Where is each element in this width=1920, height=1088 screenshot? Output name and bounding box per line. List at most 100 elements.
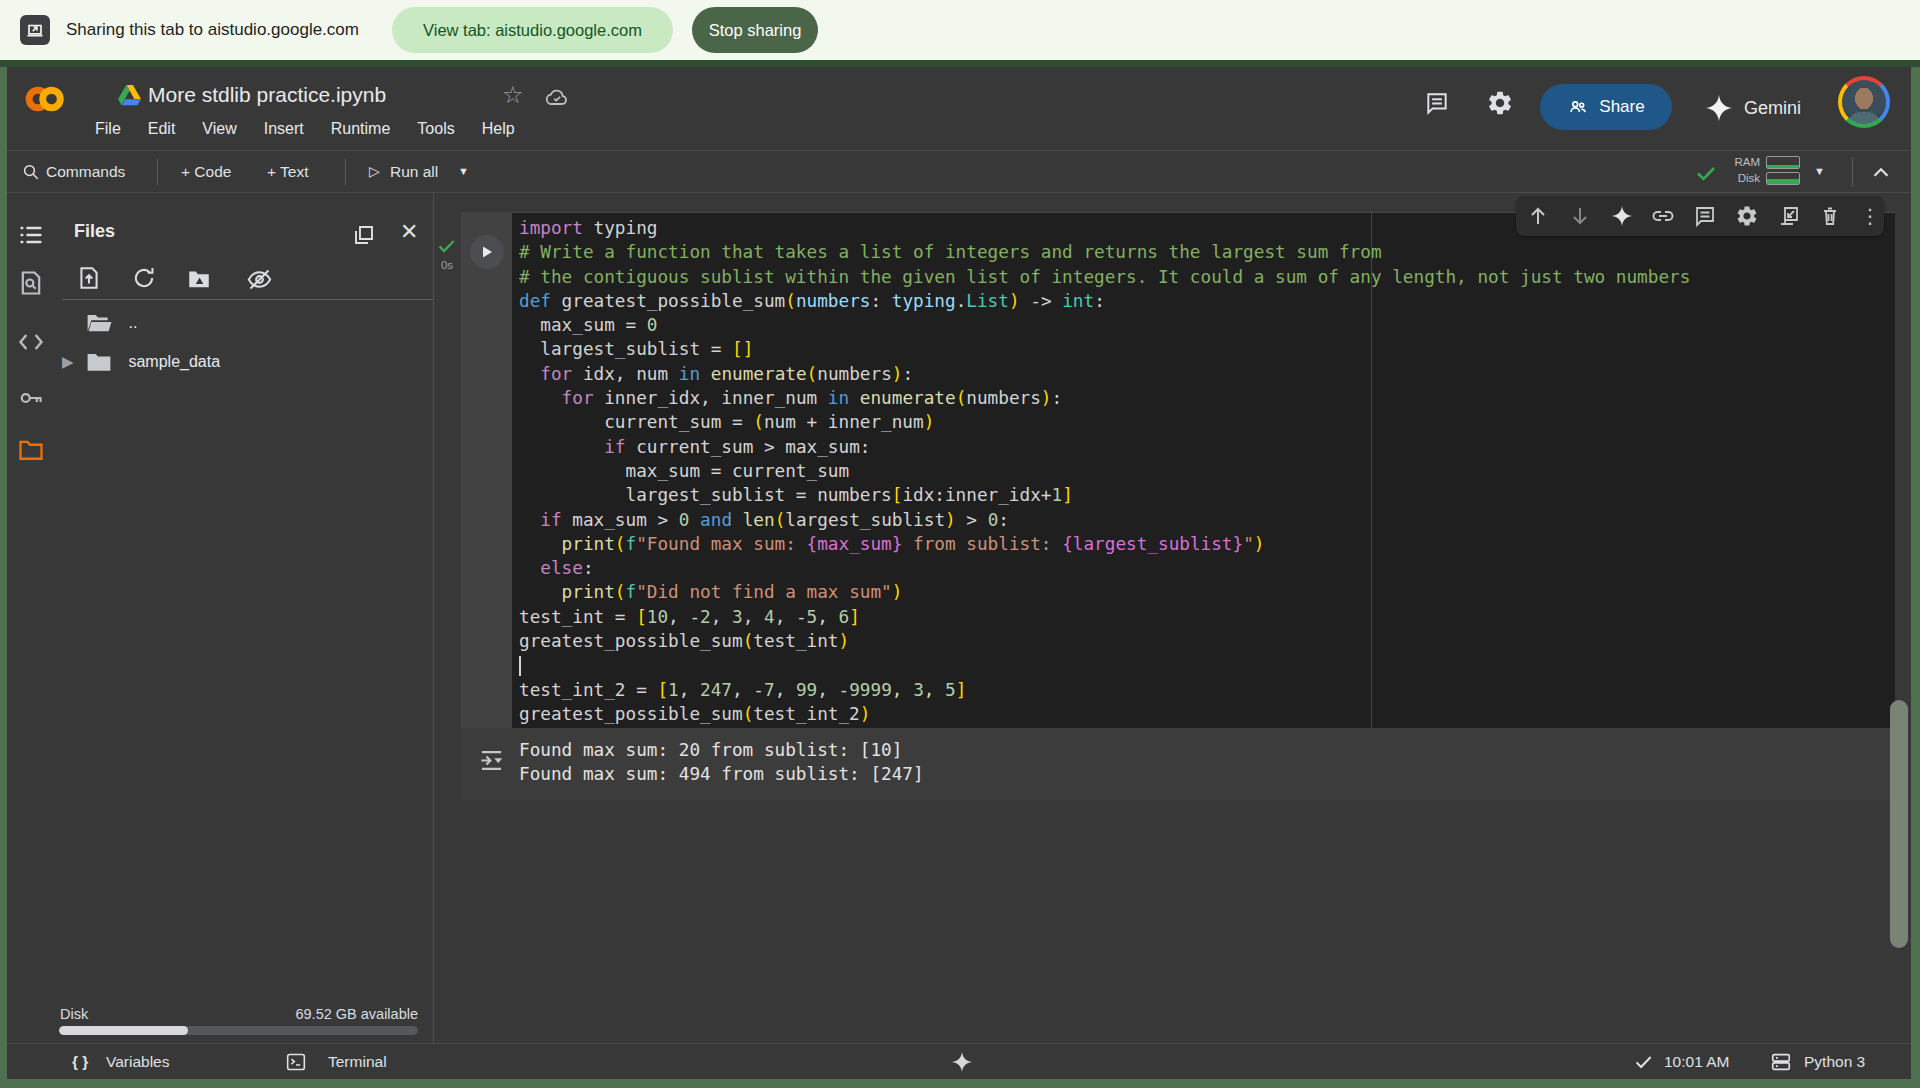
menu-file[interactable]: File [95, 120, 121, 138]
ram-meter[interactable] [1766, 156, 1800, 169]
code-line[interactable]: else: [519, 556, 1690, 580]
code-lines: import typing# Write a function that tak… [519, 216, 1690, 726]
code-line[interactable]: test_int_2 = [1, 247, -7, 99, -9999, 3, … [519, 678, 1690, 702]
stop-sharing-button[interactable]: Stop sharing [692, 7, 818, 53]
run-cell-button[interactable] [470, 235, 504, 269]
cell-comment-icon[interactable] [1693, 204, 1717, 228]
notebook-title[interactable]: More stdlib practice.ipynb [148, 81, 386, 109]
code-line[interactable]: print(f"Found max sum: {max_sum} from su… [519, 532, 1690, 556]
code-line[interactable]: max_sum = current_sum [519, 459, 1690, 483]
gemini-spark-icon[interactable] [1704, 93, 1734, 123]
people-icon [1567, 96, 1589, 118]
files-folder-icon-active[interactable] [17, 436, 45, 464]
code-line[interactable]: greatest_possible_sum(test_int_2) [519, 702, 1690, 726]
refresh-icon[interactable] [131, 265, 157, 291]
panel-divider[interactable] [433, 193, 434, 1043]
star-icon[interactable]: ☆ [502, 81, 524, 109]
upload-file-icon[interactable] [76, 265, 102, 291]
menu-runtime[interactable]: Runtime [331, 120, 391, 138]
sharing-banner-text: Sharing this tab to aistudio.google.com [66, 0, 359, 60]
statusbar-spark-icon[interactable] [950, 1050, 974, 1074]
comments-icon[interactable] [1424, 90, 1450, 116]
code-snippets-icon[interactable] [17, 328, 45, 356]
terminal-button[interactable]: Terminal [328, 1044, 387, 1079]
tab-capture-border-right [1911, 67, 1920, 1088]
mount-drive-icon[interactable] [186, 266, 212, 292]
secrets-key-icon[interactable] [17, 384, 45, 412]
tree-item-updir[interactable]: .. [86, 312, 137, 334]
move-cell-down-icon[interactable] [1568, 204, 1592, 228]
code-line[interactable]: largest_sublist = numbers[idx:inner_idx+… [519, 483, 1690, 507]
popout-panel-icon[interactable] [352, 223, 376, 247]
share-button[interactable]: Share [1540, 84, 1672, 130]
code-line[interactable]: current_sum = (num + inner_num) [519, 410, 1690, 434]
find-in-page-icon[interactable] [17, 269, 45, 297]
code-line[interactable] [519, 653, 1690, 677]
code-line[interactable]: test_int = [10, -2, 3, 4, -5, 6] [519, 605, 1690, 629]
code-line[interactable]: # Write a function that takes a list of … [519, 240, 1690, 264]
toolbar-separator [345, 159, 346, 185]
cloud-check-icon [544, 86, 570, 110]
open-in-tab-icon[interactable] [1777, 204, 1801, 228]
code-line[interactable]: greatest_possible_sum(test_int) [519, 629, 1690, 653]
delete-cell-icon[interactable] [1818, 204, 1842, 228]
copy-link-icon[interactable] [1651, 204, 1675, 228]
collapse-toolbar-icon[interactable] [1870, 164, 1892, 180]
view-tab-button[interactable]: View tab: aistudio.google.com [392, 7, 673, 53]
screen-share-icon [20, 15, 50, 45]
code-line[interactable]: largest_sublist = [] [519, 337, 1690, 361]
status-time: 10:01 AM [1664, 1044, 1730, 1079]
menu-view[interactable]: View [202, 120, 236, 138]
code-line[interactable]: print(f"Did not find a max sum") [519, 580, 1690, 604]
disk-meter[interactable] [1766, 172, 1800, 185]
expand-caret-icon[interactable]: ▶ [62, 353, 74, 370]
hide-hidden-files-icon[interactable] [246, 266, 273, 293]
gemini-label[interactable]: Gemini [1744, 93, 1801, 123]
code-line[interactable]: for idx, num in enumerate(numbers): [519, 362, 1690, 386]
avatar[interactable] [1838, 76, 1890, 128]
code-line[interactable]: # the contiguous sublist within the give… [519, 265, 1690, 289]
output-icon[interactable] [478, 747, 505, 774]
tab-sharing-banner: Sharing this tab to aistudio.google.com … [0, 0, 1920, 60]
menu-help[interactable]: Help [482, 120, 515, 138]
disk-usage-label: Disk [60, 1006, 88, 1022]
code-line[interactable]: for inner_idx, inner_num in enumerate(nu… [519, 386, 1690, 410]
files-divider [62, 299, 433, 300]
commands-button[interactable]: Commands [46, 151, 125, 192]
cell-gemini-spark-icon[interactable] [1610, 204, 1634, 228]
settings-gear-icon[interactable] [1486, 89, 1514, 117]
add-code-button[interactable]: + Code [181, 151, 231, 192]
tree-item-sample-data[interactable]: ▶ sample_data [62, 351, 220, 373]
runtime-label[interactable]: Python 3 [1804, 1044, 1865, 1079]
more-actions-icon[interactable]: ⋮ [1860, 204, 1874, 228]
cell-success-check-icon [437, 237, 457, 255]
notebook-toolbar: Commands + Code + Text ▷ Run all ▼ RAM D… [0, 150, 1920, 193]
cell-gutter [461, 212, 512, 728]
code-line[interactable]: max_sum = 0 [519, 313, 1690, 337]
code-line[interactable]: def greatest_possible_sum(numbers: typin… [519, 289, 1690, 313]
menu-tools[interactable]: Tools [417, 120, 454, 138]
menu-edit[interactable]: Edit [148, 120, 176, 138]
run-all-caret-icon[interactable]: ▼ [458, 151, 469, 192]
add-text-button[interactable]: + Text [267, 151, 309, 192]
variables-button[interactable]: Variables [106, 1044, 169, 1079]
tab-capture-border-bottom [0, 1079, 1920, 1088]
menu-insert[interactable]: Insert [264, 120, 304, 138]
resources-caret-icon[interactable]: ▼ [1814, 151, 1825, 192]
folder-icon [86, 351, 112, 373]
run-all-button[interactable]: Run all [390, 151, 438, 192]
scrollbar-thumb[interactable] [1890, 700, 1908, 948]
code-line[interactable]: import typing [519, 216, 1690, 240]
status-bar: { } Variables Terminal 10:01 AM Python 3 [0, 1043, 1920, 1079]
colab-app: Sharing this tab to aistudio.google.com … [0, 0, 1920, 1088]
run-all-play-icon: ▷ [369, 151, 380, 192]
colab-logo[interactable] [22, 76, 68, 122]
code-line[interactable]: if max_sum > 0 and len(largest_sublist) … [519, 508, 1690, 532]
code-line[interactable]: if current_sum > max_sum: [519, 435, 1690, 459]
text-cursor [519, 656, 521, 676]
close-panel-icon[interactable]: ✕ [400, 219, 418, 245]
table-of-contents-icon[interactable] [17, 221, 45, 249]
cell-settings-gear-icon[interactable] [1735, 204, 1759, 228]
move-cell-up-icon[interactable] [1526, 204, 1550, 228]
avatar-photo [1842, 80, 1886, 124]
